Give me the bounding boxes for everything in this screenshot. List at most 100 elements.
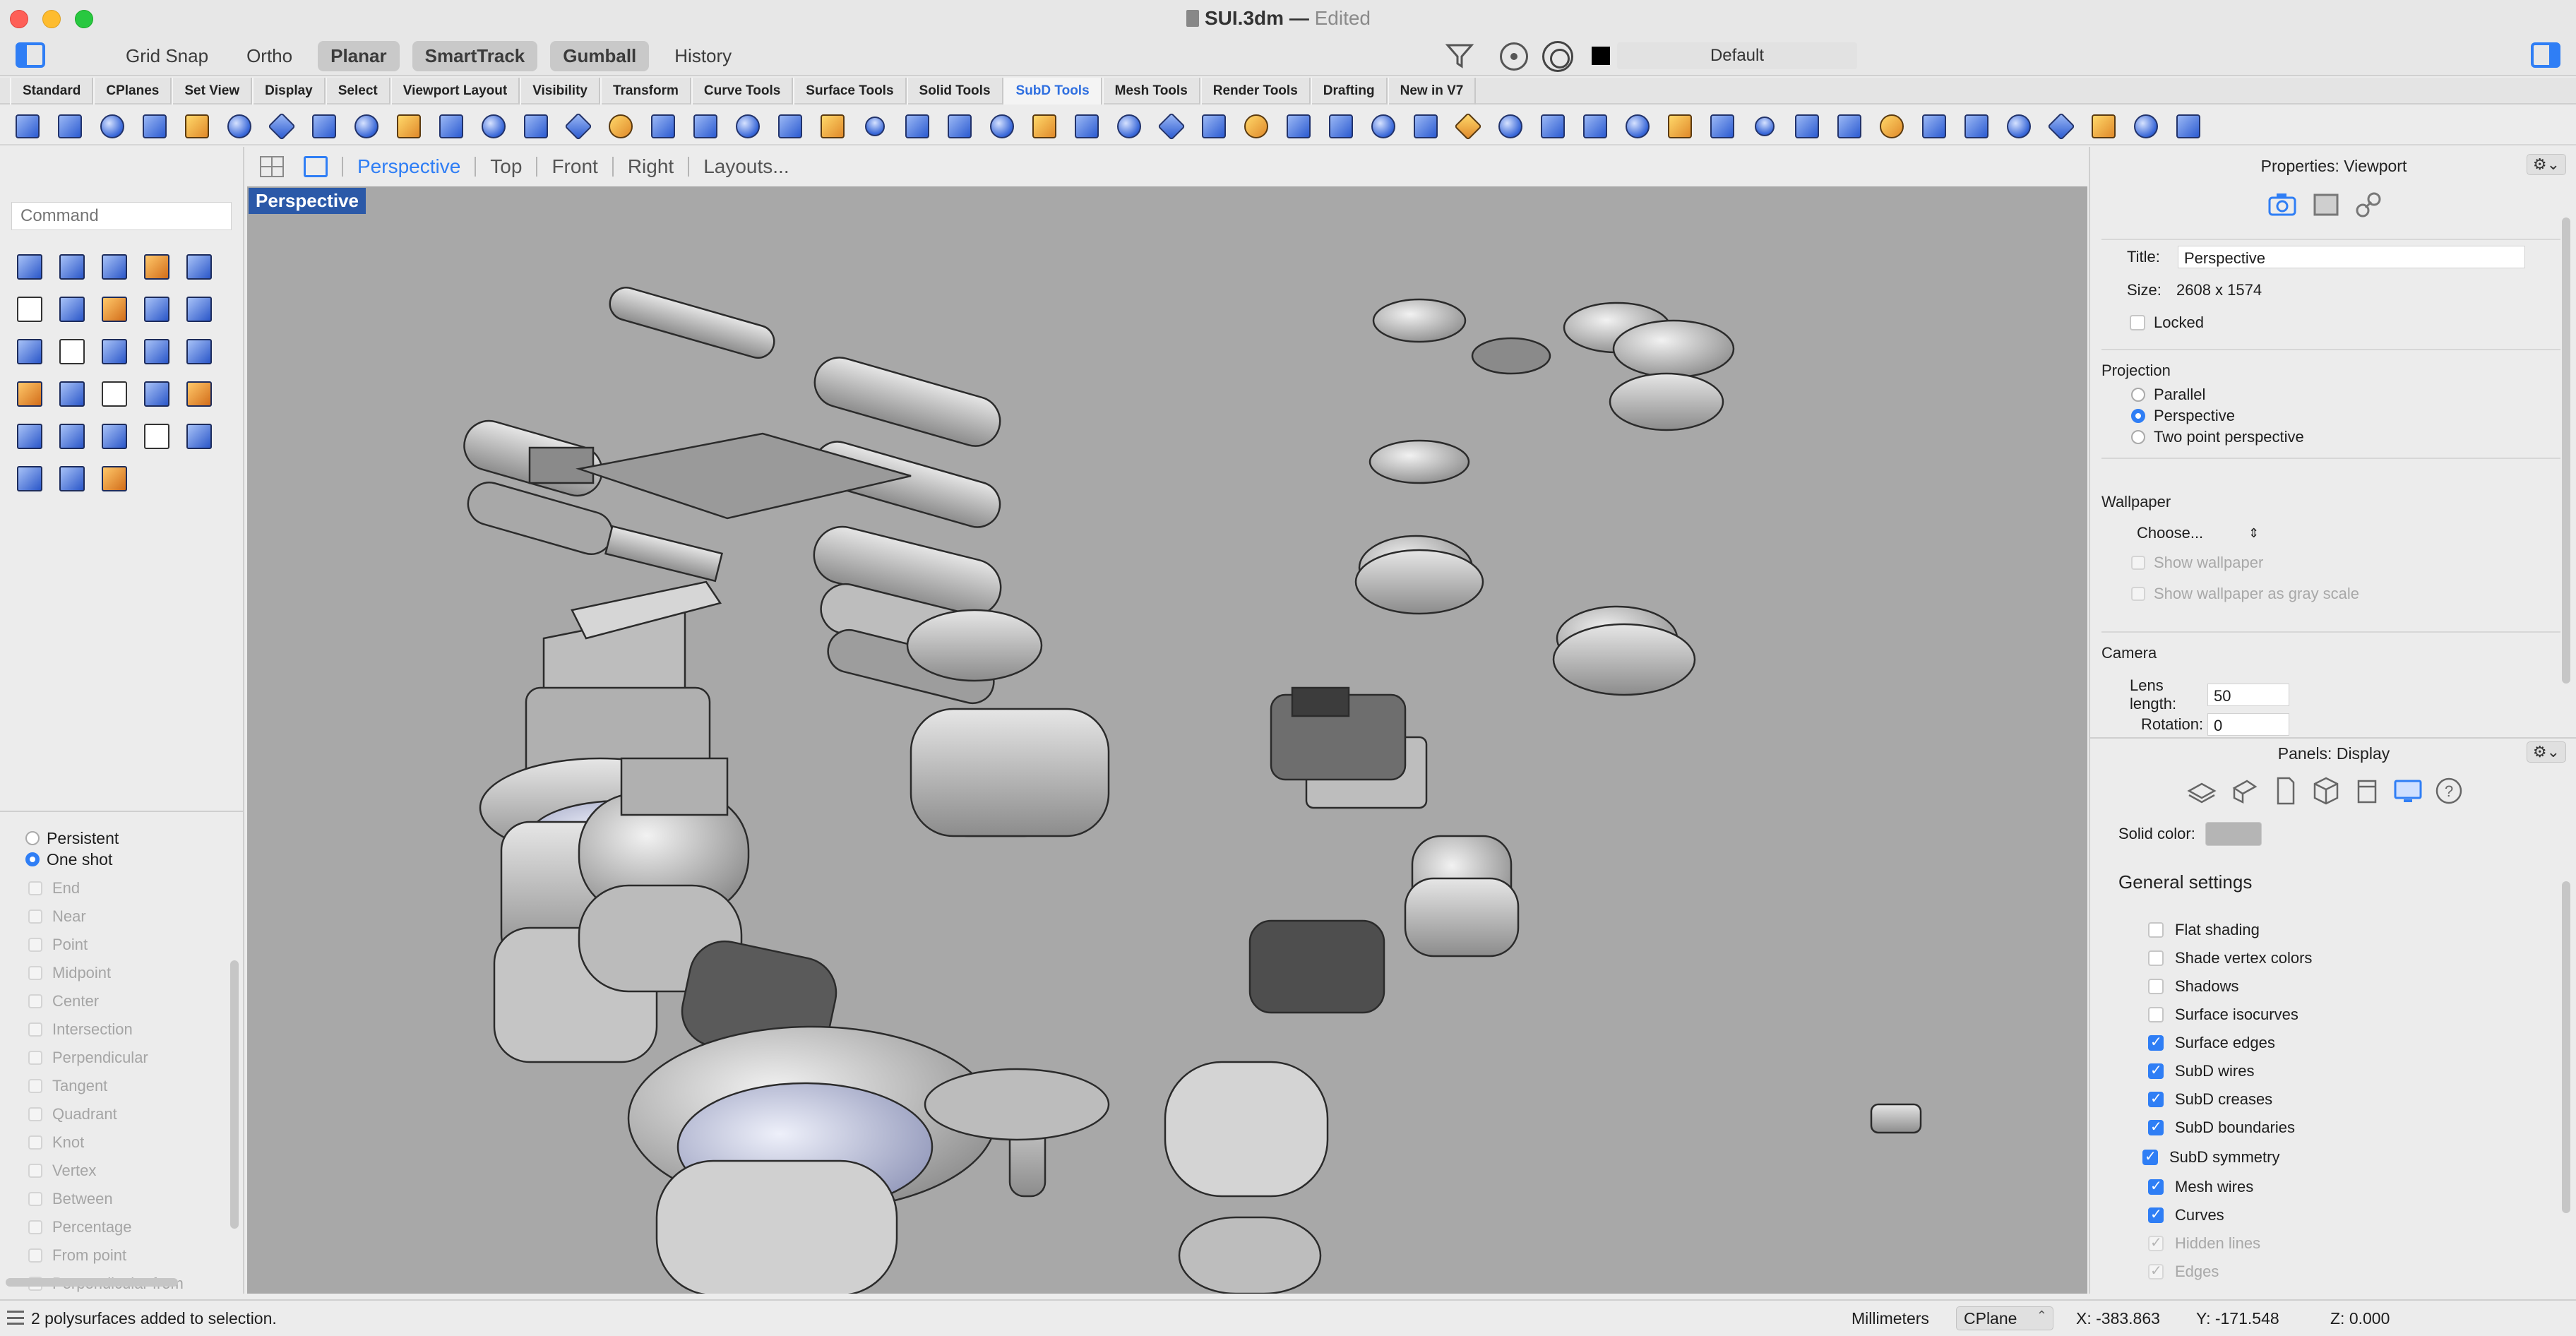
subd-tool-button-icon[interactable]: [770, 109, 808, 141]
subd-tool-button-icon[interactable]: [7, 109, 45, 141]
display-option-row[interactable]: SubD creases: [2148, 1090, 2272, 1109]
main-tool-button-icon[interactable]: [92, 246, 134, 288]
main-tool-button-icon[interactable]: [49, 415, 92, 458]
subd-tool-button-icon[interactable]: [1193, 109, 1232, 141]
show-gray-checkbox[interactable]: [2131, 587, 2145, 601]
subd-tool-button-icon[interactable]: [939, 109, 977, 141]
help-icon[interactable]: ?: [2433, 775, 2464, 806]
display-option-checkbox[interactable]: [2148, 1205, 2164, 1223]
snap-option-row[interactable]: Vertex: [0, 1157, 244, 1185]
left-sidebar-toggle-icon[interactable]: [16, 42, 45, 68]
display-option-checkbox[interactable]: [2148, 950, 2164, 966]
units-label[interactable]: Millimeters: [1852, 1309, 1929, 1328]
snap-option-checkbox[interactable]: [28, 881, 42, 895]
current-layer-field[interactable]: Default: [1617, 42, 1857, 69]
snap-option-checkbox[interactable]: [28, 1164, 42, 1178]
one-shot-radio[interactable]: [25, 852, 40, 866]
display-option-row[interactable]: SubD symmetry: [2142, 1147, 2279, 1167]
main-tool-button-icon[interactable]: [49, 246, 92, 288]
tab-render-tools[interactable]: Render Tools: [1200, 78, 1311, 105]
solid-color-swatch[interactable]: [2205, 822, 2262, 846]
tab-mesh-tools[interactable]: Mesh Tools: [1102, 78, 1200, 105]
snap-option-checkbox[interactable]: [28, 1220, 42, 1234]
two-point-radio[interactable]: [2131, 430, 2145, 444]
display-panel-scrollbar[interactable]: [2562, 881, 2570, 1213]
main-tool-button-icon[interactable]: [134, 415, 177, 458]
snap-option-checkbox[interactable]: [28, 938, 42, 952]
display-option-checkbox[interactable]: [2148, 1090, 2164, 1107]
subd-tool-button-icon[interactable]: [727, 109, 765, 141]
subd-tool-button-icon[interactable]: [812, 109, 850, 141]
subd-tool-button-icon[interactable]: [600, 109, 638, 141]
display-option-checkbox[interactable]: [2148, 922, 2164, 938]
snap-option-row[interactable]: From point: [0, 1241, 244, 1270]
tab-subd-tools[interactable]: SubD Tools: [1003, 78, 1102, 105]
main-tool-button-icon[interactable]: [177, 373, 219, 415]
main-tool-button-icon[interactable]: [92, 330, 134, 373]
display-option-checkbox[interactable]: [2148, 1234, 2164, 1251]
display-option-checkbox[interactable]: [2148, 979, 2164, 994]
cube-icon[interactable]: [2310, 775, 2342, 806]
snap-option-checkbox[interactable]: [28, 994, 42, 1008]
snap-option-row[interactable]: Midpoint: [0, 959, 244, 987]
main-tool-button-icon[interactable]: [7, 330, 49, 373]
tab-viewport-layout[interactable]: Viewport Layout: [390, 78, 520, 105]
command-input[interactable]: [11, 202, 232, 230]
lens-length-field[interactable]: 50: [2207, 684, 2289, 706]
smarttrack-toggle[interactable]: SmartTrack: [412, 41, 538, 71]
model-scene[interactable]: [247, 186, 2087, 1294]
show-gray-row[interactable]: Show wallpaper as gray scale: [2131, 585, 2359, 603]
main-tool-button-icon[interactable]: [134, 373, 177, 415]
display-monitor-icon[interactable]: [2392, 775, 2423, 806]
document-page-icon[interactable]: [2270, 775, 2301, 806]
show-wallpaper-row[interactable]: Show wallpaper: [2131, 554, 2263, 572]
close-window-button[interactable]: [10, 10, 28, 28]
snap-option-row[interactable]: Intersection: [0, 1015, 244, 1044]
main-tool-button-icon[interactable]: [49, 458, 92, 500]
snap-option-checkbox[interactable]: [28, 1248, 42, 1263]
subd-tool-button-icon[interactable]: [1575, 109, 1613, 141]
subd-tool-button-icon[interactable]: [1320, 109, 1359, 141]
viewport-title-field[interactable]: Perspective: [2178, 246, 2525, 268]
subd-tool-button-icon[interactable]: [346, 109, 384, 141]
display-option-checkbox[interactable]: [2148, 1061, 2164, 1079]
subd-tool-button-icon[interactable]: [177, 109, 215, 141]
subd-tool-button-icon[interactable]: [1829, 109, 1867, 141]
layout-icon[interactable]: [2351, 775, 2383, 806]
layer-color-swatch[interactable]: [1592, 47, 1610, 65]
vp-tab-top[interactable]: Top: [490, 155, 522, 178]
left-panel-scrollbar[interactable]: [230, 960, 239, 1229]
layers-icon[interactable]: [2186, 775, 2217, 806]
gumball-toggle[interactable]: Gumball: [550, 41, 650, 71]
locked-checkbox[interactable]: [2130, 315, 2145, 330]
main-tool-button-icon[interactable]: [92, 458, 134, 500]
viewport-name-label[interactable]: Perspective: [249, 188, 366, 214]
display-option-row[interactable]: SubD wires: [2148, 1061, 2254, 1080]
snap-option-row[interactable]: Knot: [0, 1128, 244, 1157]
subd-tool-button-icon[interactable]: [1236, 109, 1274, 141]
snap-option-row[interactable]: Perpendicular: [0, 1044, 244, 1072]
parallel-option[interactable]: Parallel: [2131, 386, 2205, 404]
subd-tool-button-icon[interactable]: [388, 109, 427, 141]
main-tool-button-icon[interactable]: [177, 415, 219, 458]
main-tool-button-icon[interactable]: [177, 330, 219, 373]
subd-tool-button-icon[interactable]: [1787, 109, 1825, 141]
display-option-row[interactable]: Surface edges: [2148, 1033, 2275, 1052]
main-tool-button-icon[interactable]: [7, 373, 49, 415]
subd-tool-button-icon[interactable]: [1956, 109, 1994, 141]
main-tool-button-icon[interactable]: [49, 330, 92, 373]
display-option-row[interactable]: Curves: [2148, 1205, 2224, 1224]
parallel-radio[interactable]: [2131, 388, 2145, 402]
display-option-checkbox[interactable]: [2148, 1033, 2164, 1051]
vp-tab-layouts[interactable]: Layouts...: [703, 155, 789, 178]
subd-tool-button-icon[interactable]: [1490, 109, 1528, 141]
subd-tool-button-icon[interactable]: [49, 109, 88, 141]
snap-option-row[interactable]: End: [0, 874, 244, 902]
display-option-checkbox[interactable]: [2148, 1262, 2164, 1280]
objects-icon[interactable]: [2229, 775, 2260, 806]
tab-cplanes[interactable]: CPlanes: [93, 78, 172, 105]
subd-tool-button-icon[interactable]: [473, 109, 511, 141]
display-option-row[interactable]: Surface isocurves: [2148, 1006, 2298, 1024]
main-tool-button-icon[interactable]: [7, 246, 49, 288]
subd-tool-button-icon[interactable]: [92, 109, 130, 141]
